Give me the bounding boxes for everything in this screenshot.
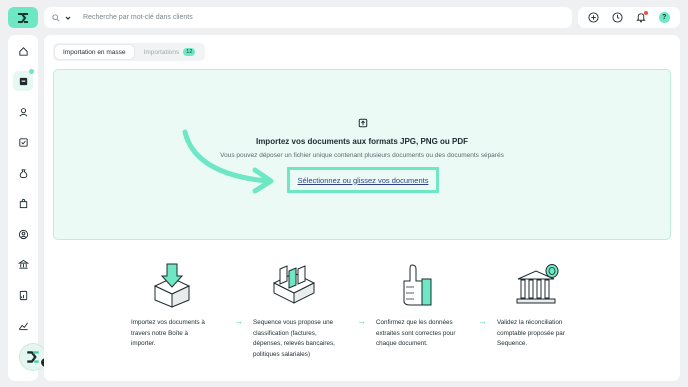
search-scope-dropdown[interactable] — [65, 15, 71, 21]
sidebar-item-bank[interactable] — [13, 254, 33, 274]
active-indicator-dot — [29, 69, 34, 74]
search-icon — [52, 13, 60, 22]
dropzone-title: Importez vos documents aux formats JPG, … — [255, 137, 469, 146]
sidebar-item-documents[interactable] — [13, 285, 33, 305]
step-text: Importez vos documents à travers notre B… — [131, 319, 205, 347]
classification-illustration — [253, 262, 335, 308]
step-text: Confirmez que les données extraites sont… — [376, 319, 456, 347]
step-confirm: Confirmez que les données extraites sont… — [376, 262, 458, 350]
sidebar — [8, 35, 38, 381]
sidebar-item-clients[interactable] — [13, 102, 33, 122]
tab-label: Importations — [143, 48, 180, 56]
sidebar-item-payments[interactable] — [13, 163, 33, 183]
step-text: Sequence vous propose une classification… — [253, 319, 335, 358]
upload-box-icon — [358, 118, 368, 128]
thumbs-up-illustration — [376, 262, 458, 308]
tab-imports[interactable]: Importations 12 — [136, 45, 204, 59]
step-text: Validez la réconciliation comptable prop… — [497, 319, 565, 347]
import-box-illustration — [131, 262, 213, 308]
sidebar-item-tasks[interactable] — [13, 132, 33, 152]
add-button[interactable] — [588, 12, 600, 24]
shopping-bag-icon — [19, 198, 27, 208]
sequence-logo-icon — [27, 351, 39, 363]
select-documents-link[interactable]: Sélectionnez ou glissez vos documents — [287, 167, 439, 193]
step-import: Importez vos documents à travers notre B… — [131, 262, 213, 350]
plus-circle-icon — [588, 12, 599, 23]
step-classify: Sequence vous propose une classification… — [253, 262, 335, 360]
app-logo[interactable] — [8, 7, 38, 28]
search-bar[interactable]: Recherche par mot-clé dans clients — [44, 7, 572, 28]
notifications-button[interactable] — [635, 10, 648, 24]
clock-icon — [612, 12, 623, 23]
user-icon — [19, 107, 27, 117]
home-icon — [18, 46, 28, 56]
sidebar-item-purchases[interactable] — [13, 193, 33, 213]
question-icon: ? — [658, 12, 670, 23]
archive-box-icon — [19, 77, 27, 85]
import-tabs: Importation en masse Importations 12 — [53, 43, 206, 61]
sidebar-item-home[interactable] — [13, 41, 33, 61]
tab-count-badge: 12 — [183, 48, 196, 56]
top-actions: ? — [578, 7, 680, 28]
curved-arrow-icon — [182, 129, 274, 194]
step-reconcile: Validez la réconciliation comptable prop… — [497, 262, 579, 350]
dropzone-subtitle: Vous pouvez déposer un fichier unique co… — [220, 152, 504, 159]
sidebar-item-reports[interactable] — [13, 315, 33, 335]
history-button[interactable] — [611, 12, 623, 24]
bank-icon — [17, 259, 29, 269]
chevron-down-icon — [65, 16, 71, 20]
user-circle-icon — [18, 229, 28, 239]
sidebar-item-import[interactable] — [13, 69, 34, 91]
sidebar-item-team[interactable] — [13, 224, 33, 244]
help-button[interactable]: ? — [658, 12, 670, 24]
tab-bulk-import[interactable]: Importation en masse — [55, 45, 134, 59]
notification-dot — [643, 10, 648, 15]
checkbox-icon — [18, 137, 28, 147]
main-panel: Importation en masse Importations 12 Imp… — [44, 35, 680, 381]
step-arrow-icon: → — [357, 316, 366, 326]
tab-label: Importation en masse — [63, 48, 126, 56]
bank-coin-illustration — [497, 262, 579, 308]
money-bag-icon — [19, 168, 27, 178]
step-arrow-icon: → — [478, 316, 487, 326]
document-icon — [19, 290, 27, 300]
step-arrow-icon: → — [234, 316, 243, 326]
sequence-logo-icon — [18, 12, 28, 23]
search-input[interactable]: Recherche par mot-clé dans clients — [83, 14, 193, 21]
line-chart-icon — [18, 321, 28, 330]
upload-dropzone[interactable]: Importez vos documents aux formats JPG, … — [53, 69, 671, 240]
